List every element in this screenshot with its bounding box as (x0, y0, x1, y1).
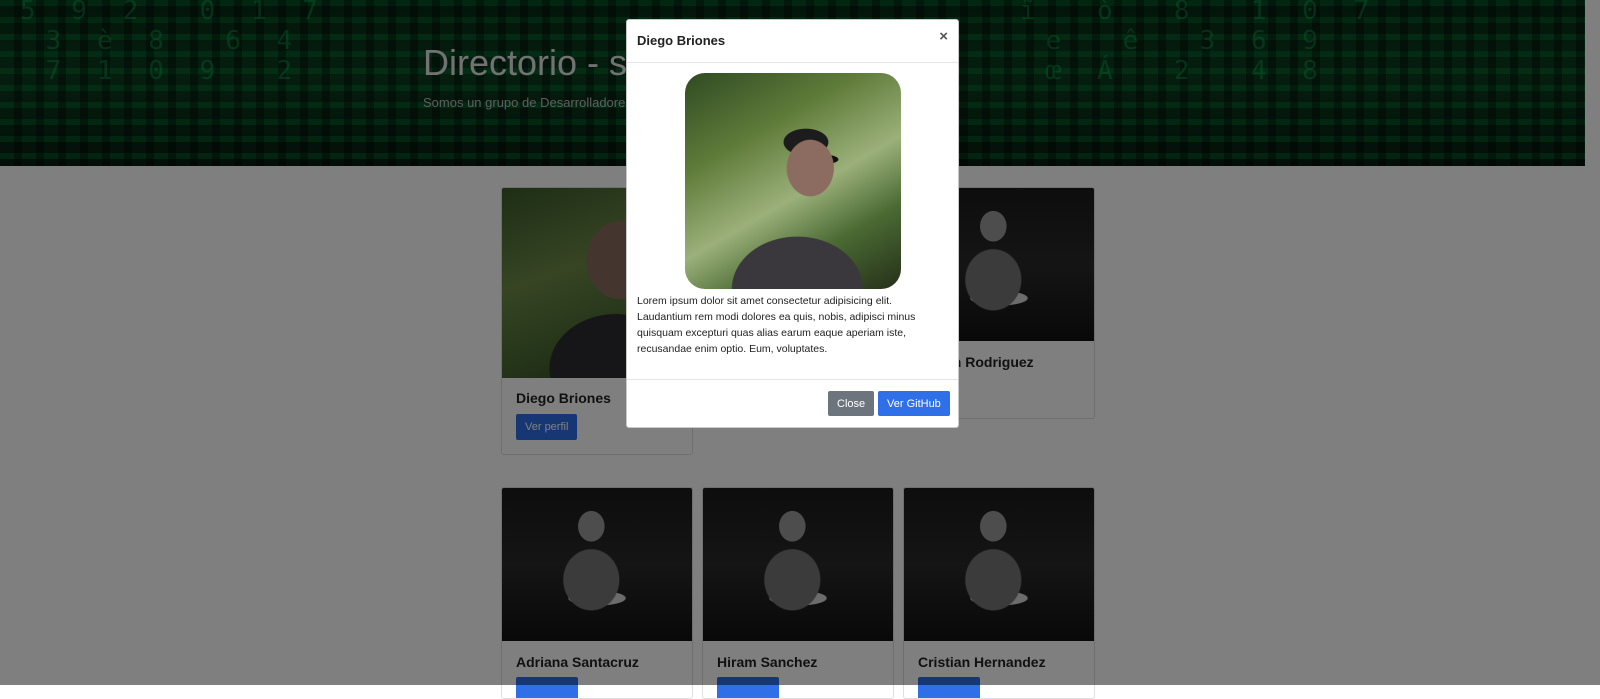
modal-profile-photo (685, 73, 901, 289)
view-github-button[interactable]: Ver GitHub (878, 391, 950, 416)
modal-header: Diego Briones × (627, 20, 958, 63)
profile-modal: Diego Briones × Lorem ipsum dolor sit am… (626, 19, 959, 428)
close-button[interactable]: Close (828, 391, 875, 416)
modal-footer: Close Ver GitHub (627, 379, 958, 427)
modal-title: Diego Briones (637, 33, 726, 48)
modal-description: Lorem ipsum dolor sit amet consectetur a… (637, 295, 916, 355)
close-icon[interactable]: × (939, 28, 948, 45)
